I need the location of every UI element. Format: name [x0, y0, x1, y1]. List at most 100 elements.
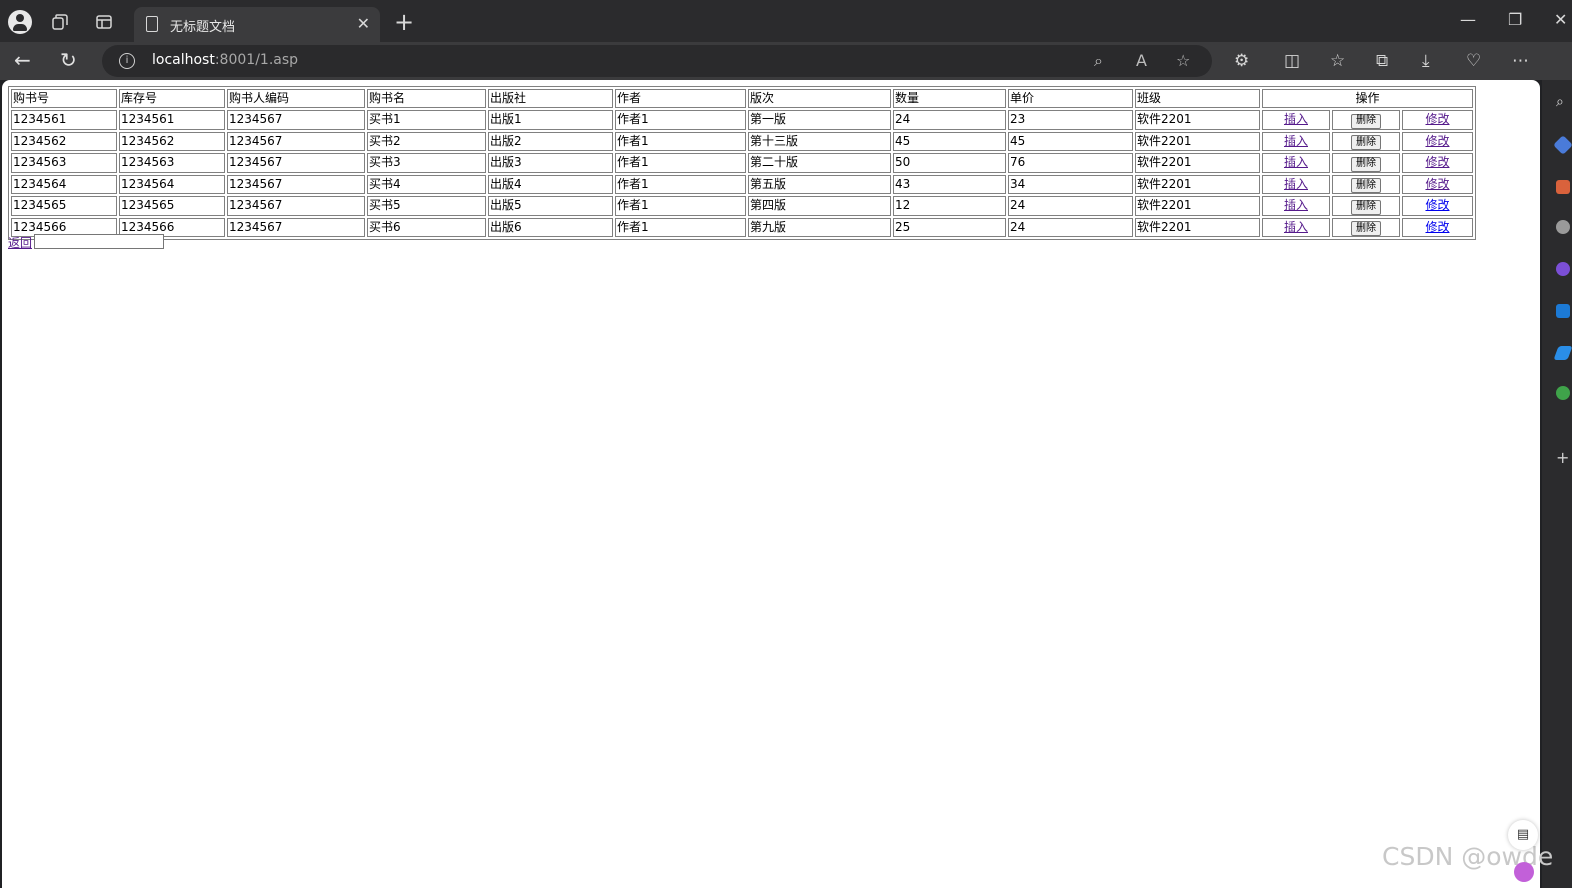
- delete-button[interactable]: 删除: [1351, 178, 1381, 193]
- delete-cell: 删除: [1332, 196, 1400, 216]
- back-link[interactable]: 返回: [8, 236, 32, 250]
- table-cell: 45: [1008, 131, 1133, 151]
- modify-link[interactable]: 修改: [1425, 198, 1449, 212]
- table-cell: 软件2201: [1135, 131, 1260, 151]
- table-cell: 24: [893, 110, 1006, 130]
- refresh-icon[interactable]: ↻: [60, 48, 77, 72]
- table-cell: 34: [1008, 174, 1133, 194]
- modify-link[interactable]: 修改: [1425, 112, 1449, 126]
- table-cell: 软件2201: [1135, 153, 1260, 173]
- modify-cell: 修改: [1402, 196, 1473, 216]
- back-arrow-icon[interactable]: ←: [14, 48, 31, 72]
- insert-cell: 插入: [1262, 174, 1330, 194]
- table-cell: 第九版: [748, 217, 891, 237]
- workspaces-icon[interactable]: [50, 12, 70, 32]
- delete-cell: 删除: [1332, 174, 1400, 194]
- table-row: 1234565 1234565 1234567 买书5 出版5 作者1 第四版 12 24 软件2…: [11, 196, 1473, 216]
- table-cell: 23: [1008, 110, 1133, 130]
- back-row: 返回: [8, 234, 165, 251]
- table-cell: 买书2: [367, 131, 486, 151]
- tab-strip: 无标题文档 ✕ + — ❐ ✕: [0, 0, 1572, 42]
- favorites-icon[interactable]: ☆: [1330, 51, 1345, 71]
- table-row: 1234566 1234566 1234567 买书6 出版6 作者1 第九版 25 24 软件2…: [11, 217, 1473, 237]
- modify-link[interactable]: 修改: [1425, 220, 1449, 234]
- table-cell: 1234563: [11, 153, 117, 173]
- downloads-icon[interactable]: ⤓: [1422, 51, 1430, 71]
- active-tab[interactable]: 无标题文档 ✕: [134, 7, 380, 42]
- sidebar-outlook-icon[interactable]: [1556, 304, 1570, 318]
- book-table: 购书号 库存号 购书人编码 购书名 出版社 作者 版次 数量 单价 班级 操作 1234561 1234…: [8, 86, 1476, 240]
- profile-avatar-icon[interactable]: [8, 10, 32, 34]
- sidebar-search-icon[interactable]: ⌕: [1556, 94, 1570, 110]
- column-header: 单价: [1008, 89, 1133, 108]
- modify-link[interactable]: 修改: [1425, 177, 1449, 191]
- back-input[interactable]: [34, 234, 165, 249]
- delete-button[interactable]: 删除: [1351, 199, 1381, 215]
- zoom-icon[interactable]: ⌕: [1094, 51, 1103, 71]
- vertical-tabs-icon[interactable]: [94, 12, 114, 32]
- sidebar-add-icon[interactable]: +: [1556, 448, 1569, 467]
- delete-button[interactable]: 删除: [1351, 156, 1381, 172]
- table-row: 1234562 1234562 1234567 买书2 出版2 作者1 第十三版 45 45 软件…: [11, 131, 1473, 151]
- sidebar-send-icon[interactable]: [1553, 346, 1572, 360]
- table-cell: 买书6: [367, 217, 486, 237]
- read-aloud-icon[interactable]: A: [1136, 51, 1147, 70]
- close-tab-icon[interactable]: ✕: [357, 14, 370, 33]
- table-cell: 买书1: [367, 110, 486, 130]
- table-cell: 24: [1008, 196, 1133, 216]
- url-host: localhost: [152, 52, 215, 68]
- insert-link[interactable]: 插入: [1284, 134, 1308, 148]
- browser-toolbar: ← ↻ i localhost:8001/1.asp ⌕ A ☆ ⚙ ◫ ☆ ⧉…: [0, 42, 1572, 80]
- minimize-icon[interactable]: —: [1460, 10, 1476, 29]
- close-window-icon[interactable]: ✕: [1554, 10, 1567, 29]
- sidebar-copilot-icon[interactable]: [1553, 135, 1572, 155]
- table-cell: 1234567: [227, 131, 365, 151]
- column-header: 数量: [893, 89, 1006, 108]
- table-cell: 1234567: [227, 217, 365, 237]
- sidebar-games-icon[interactable]: [1556, 386, 1570, 400]
- column-header: 作者: [615, 89, 746, 108]
- address-bar[interactable]: i localhost:8001/1.asp ⌕ A ☆: [102, 45, 1212, 77]
- sidebar-people-icon[interactable]: [1556, 220, 1570, 234]
- insert-link[interactable]: 插入: [1284, 198, 1308, 212]
- favorite-star-icon[interactable]: ☆: [1176, 51, 1190, 70]
- delete-button[interactable]: 删除: [1351, 135, 1381, 150]
- modify-cell: 修改: [1402, 110, 1473, 130]
- table-cell: 软件2201: [1135, 217, 1260, 237]
- table-cell: 1234564: [11, 174, 117, 194]
- insert-link[interactable]: 插入: [1284, 177, 1308, 191]
- restore-icon[interactable]: ❐: [1508, 10, 1522, 29]
- sidebar-office-icon[interactable]: [1556, 262, 1570, 276]
- table-cell: 1234567: [227, 110, 365, 130]
- sidebar-tools-icon[interactable]: [1556, 180, 1570, 194]
- table-row: 1234561 1234561 1234567 买书1 出版1 作者1 第一版 24 23 软件2…: [11, 110, 1473, 130]
- new-tab-icon[interactable]: +: [394, 8, 414, 36]
- insert-link[interactable]: 插入: [1284, 155, 1308, 169]
- delete-button[interactable]: 删除: [1351, 113, 1381, 129]
- column-header: 操作: [1262, 89, 1473, 108]
- insert-cell: 插入: [1262, 217, 1330, 237]
- split-screen-icon[interactable]: ◫: [1284, 51, 1300, 71]
- table-cell: 1234562: [119, 131, 225, 151]
- table-cell: 1234563: [119, 153, 225, 173]
- delete-button[interactable]: 删除: [1351, 221, 1381, 236]
- modify-link[interactable]: 修改: [1425, 134, 1449, 148]
- browser-essentials-icon[interactable]: ♡: [1466, 51, 1481, 71]
- table-cell: 作者1: [615, 174, 746, 194]
- insert-link[interactable]: 插入: [1284, 112, 1308, 126]
- table-cell: 43: [893, 174, 1006, 194]
- tab-title: 无标题文档: [170, 20, 236, 35]
- collections-icon[interactable]: ⧉: [1376, 51, 1388, 71]
- table-cell: 买书3: [367, 153, 486, 173]
- site-info-icon[interactable]: i: [119, 53, 135, 69]
- url-text[interactable]: localhost:8001/1.asp: [152, 52, 298, 68]
- extensions-icon[interactable]: ⚙: [1234, 51, 1249, 71]
- delete-cell: 删除: [1332, 131, 1400, 151]
- modify-link[interactable]: 修改: [1425, 155, 1449, 169]
- copilot-float-icon[interactable]: [1514, 862, 1534, 882]
- reader-view-icon[interactable]: ▤: [1508, 820, 1538, 850]
- table-cell: 45: [893, 131, 1006, 151]
- more-menu-icon[interactable]: ⋯: [1512, 51, 1529, 71]
- edge-sidebar: ⌕ +: [1542, 80, 1572, 888]
- insert-link[interactable]: 插入: [1284, 220, 1308, 234]
